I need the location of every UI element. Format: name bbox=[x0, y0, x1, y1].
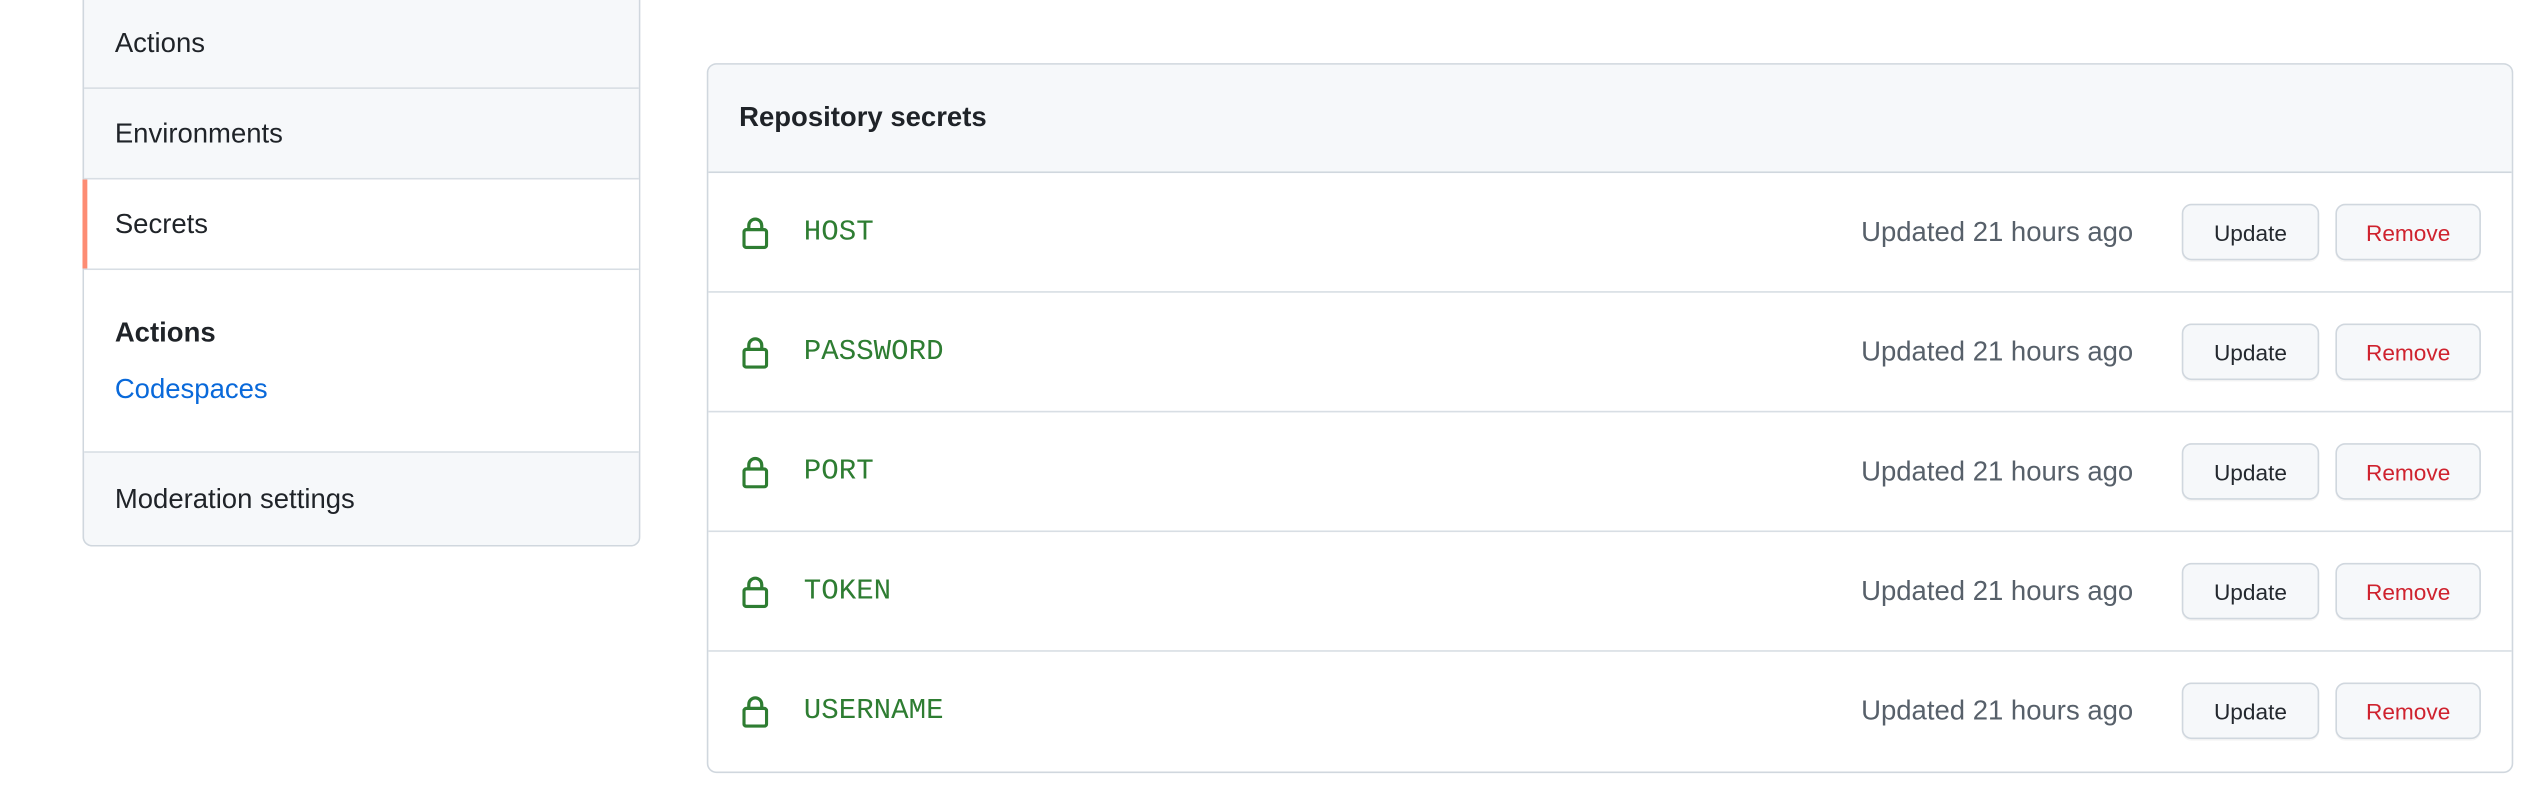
secret-name: TOKEN bbox=[803, 574, 892, 608]
repository-secrets-panel: Repository secrets HOST Updated 21 hours… bbox=[706, 63, 2514, 774]
lock-icon bbox=[742, 696, 769, 728]
secret-row: USERNAME Updated 21 hours ago Update Rem… bbox=[708, 652, 2511, 772]
update-button[interactable]: Update bbox=[2181, 323, 2320, 381]
remove-button[interactable]: Remove bbox=[2335, 203, 2481, 261]
sidebar-item-label: Secrets bbox=[114, 207, 209, 239]
lock-icon bbox=[742, 217, 769, 250]
sidebar-item-label: Environments bbox=[114, 117, 283, 148]
sidebar-item-actions[interactable]: Actions bbox=[84, 0, 639, 89]
lock-icon bbox=[742, 337, 769, 369]
secret-name: USERNAME bbox=[803, 695, 944, 728]
remove-button[interactable]: Remove bbox=[2335, 443, 2481, 500]
sidebar-secrets-subgroup: Actions Codespaces bbox=[84, 270, 639, 453]
update-button[interactable]: Update bbox=[2181, 562, 2320, 620]
secret-updated-time: Updated 21 hours ago bbox=[1861, 574, 2134, 606]
settings-sidebar: Actions Environments Secrets Actions Cod… bbox=[82, 0, 641, 547]
secret-row: PORT Updated 21 hours ago Update Remove bbox=[708, 412, 2512, 533]
sidebar-item-moderation-settings[interactable]: Moderation settings bbox=[84, 453, 639, 545]
lock-icon bbox=[742, 576, 769, 609]
secret-updated-time: Updated 21 hours ago bbox=[1861, 335, 2134, 367]
panel-title: Repository secrets bbox=[739, 101, 987, 133]
secret-row: TOKEN Updated 21 hours ago Update Remove bbox=[708, 532, 2512, 652]
sidebar-item-label: Moderation settings bbox=[114, 482, 355, 514]
sidebar-link-codespaces[interactable]: Codespaces bbox=[115, 374, 268, 406]
update-button[interactable]: Update bbox=[2181, 443, 2320, 500]
secret-updated-time: Updated 21 hours ago bbox=[1861, 455, 2134, 486]
secret-updated-time: Updated 21 hours ago bbox=[1861, 695, 2134, 727]
remove-button[interactable]: Remove bbox=[2335, 682, 2481, 740]
sidebar-item-label: Actions bbox=[114, 26, 205, 58]
sidebar-subgroup-title[interactable]: Actions bbox=[115, 315, 639, 351]
panel-header: Repository secrets bbox=[708, 64, 2512, 174]
secret-name: PORT bbox=[803, 455, 874, 488]
sidebar-item-secrets[interactable]: Secrets bbox=[82, 179, 639, 271]
secret-name: HOST bbox=[803, 215, 874, 249]
secret-name: PASSWORD bbox=[803, 335, 944, 368]
update-button[interactable]: Update bbox=[2181, 203, 2320, 261]
remove-button[interactable]: Remove bbox=[2335, 323, 2481, 381]
lock-icon bbox=[742, 456, 769, 489]
remove-button[interactable]: Remove bbox=[2335, 562, 2481, 620]
secret-updated-time: Updated 21 hours ago bbox=[1861, 215, 2134, 247]
update-button[interactable]: Update bbox=[2181, 682, 2320, 740]
secret-row: HOST Updated 21 hours ago Update Remove bbox=[708, 173, 2512, 293]
secret-row: PASSWORD Updated 21 hours ago Update Rem… bbox=[708, 293, 2512, 413]
settings-page: Actions Environments Secrets Actions Cod… bbox=[0, 0, 2536, 786]
sidebar-item-environments[interactable]: Environments bbox=[84, 89, 639, 180]
